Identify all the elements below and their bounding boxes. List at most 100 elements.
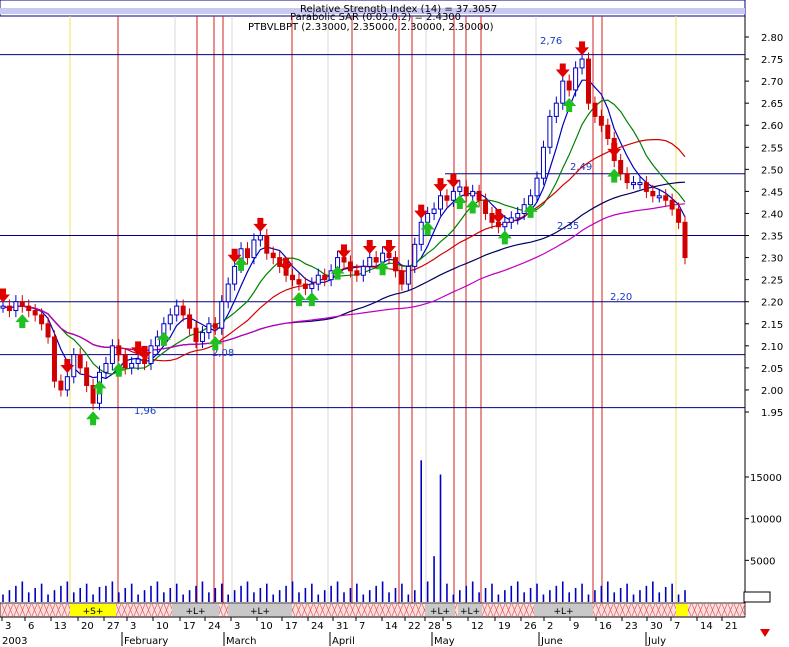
candle-up	[418, 221, 424, 245]
date-tick-label: 27	[107, 621, 120, 632]
volume-bar	[163, 592, 165, 602]
volume-bar	[156, 581, 159, 602]
candle-down	[618, 160, 624, 175]
price-tick-label: 2.40	[761, 209, 783, 220]
volume-bar	[356, 583, 358, 602]
volume-bar	[587, 594, 590, 602]
candle-down	[270, 252, 276, 259]
signal-label: +L+	[430, 607, 450, 617]
candle-up	[174, 305, 180, 316]
candle-up	[206, 323, 212, 334]
candle-down	[296, 279, 302, 285]
candle-down	[676, 208, 682, 223]
volume-bar	[272, 594, 275, 602]
sell-arrow-icon	[337, 244, 351, 259]
candle-up	[528, 195, 534, 206]
price-tick-label: 2.60	[761, 121, 783, 132]
price-tick-label: 2.55	[761, 143, 783, 154]
candle-down	[682, 221, 688, 259]
date-tick-label: 3	[5, 621, 11, 632]
signal-label: +L+	[250, 607, 270, 617]
candle-down	[392, 257, 398, 272]
volume-bar	[175, 583, 178, 602]
volume-bar	[446, 583, 448, 602]
sell-arrow-icon	[607, 142, 622, 157]
sell-arrow-icon	[575, 41, 590, 56]
candle-down	[399, 270, 405, 285]
month-label: February	[124, 636, 168, 647]
scroll-handle[interactable]	[743, 591, 771, 603]
volume-bar	[201, 581, 204, 602]
volume-bar	[208, 592, 210, 602]
buy-arrow-icon	[291, 292, 306, 307]
level-label: 1,96	[134, 406, 156, 417]
candle-up	[309, 283, 315, 289]
date-tick-label: 3	[130, 621, 136, 632]
volume-bar	[394, 588, 397, 602]
volume-bar	[491, 583, 493, 602]
candle-down	[650, 190, 656, 197]
volume-bar	[40, 583, 43, 602]
price-tick-label: 2.10	[761, 342, 783, 353]
volume-bar	[388, 592, 390, 602]
scroll-down-icon[interactable]	[760, 629, 770, 637]
price-tick-label: 2.05	[761, 364, 783, 375]
signal-arrows	[0, 41, 622, 426]
volume-bar	[291, 581, 294, 602]
date-tick-label: 24	[311, 621, 324, 632]
volume-bar	[452, 594, 455, 602]
volume-bar	[581, 583, 583, 602]
volume-bar	[362, 594, 365, 602]
volume-bar	[85, 583, 88, 602]
date-axis: 3 6 13 20 27 3 10 17 24 3 10 17 24 31 7 14 22 28 5 12 19 26 2 9…	[0, 616, 745, 647]
volume-bar	[246, 581, 249, 602]
volume-bar	[182, 594, 184, 602]
candle-up	[502, 221, 508, 228]
volume-bar	[240, 585, 242, 602]
volume-bar	[336, 581, 339, 602]
candle-up	[521, 204, 527, 214]
candle-up	[631, 182, 637, 186]
date-tick-label: 23	[625, 621, 638, 632]
date-tick-label: 19	[498, 621, 511, 632]
candle-down	[264, 235, 270, 254]
volume-bar	[426, 581, 429, 602]
candle-down	[180, 305, 186, 316]
date-tick-label: 9	[573, 621, 579, 632]
sell-arrow-icon	[433, 178, 448, 193]
price-tick-label: 2.30	[761, 254, 783, 265]
candle-up	[219, 301, 225, 329]
volume-bar	[66, 581, 69, 602]
candle-up	[540, 146, 546, 179]
candle-up	[225, 283, 231, 303]
date-tick-label: 14	[385, 621, 398, 632]
date-tick-label: 7	[359, 621, 365, 632]
date-tick-label: 21	[725, 621, 738, 632]
sell-arrow-icon	[382, 239, 397, 254]
candle-up	[103, 362, 109, 373]
volume-bar	[195, 585, 197, 602]
candle-up	[129, 362, 135, 369]
candle-up	[199, 332, 205, 342]
sell-arrow-icon	[0, 288, 10, 303]
date-tick-label: 2	[547, 621, 553, 632]
candle-up	[251, 239, 257, 259]
volume-bar	[671, 583, 673, 602]
volume-bar	[516, 581, 519, 602]
signal-label: +L+	[553, 607, 573, 617]
volume-bar	[381, 581, 384, 602]
volume-bar	[684, 590, 686, 602]
volume-bar	[439, 474, 442, 602]
volume-bar	[15, 585, 17, 602]
sell-arrow-icon	[362, 239, 377, 254]
volume-bar	[510, 585, 513, 602]
volume-bar	[375, 585, 377, 602]
volume-bar	[323, 590, 326, 602]
volume-bar	[658, 592, 661, 602]
chart-window: Relative Strength Index (14) = 37.3057 P…	[0, 0, 789, 647]
candle-down	[373, 257, 379, 263]
price-tick-label: 2.50	[761, 165, 783, 176]
candle-down	[193, 327, 199, 342]
candle-down	[212, 323, 218, 329]
volume-bar	[619, 588, 622, 602]
